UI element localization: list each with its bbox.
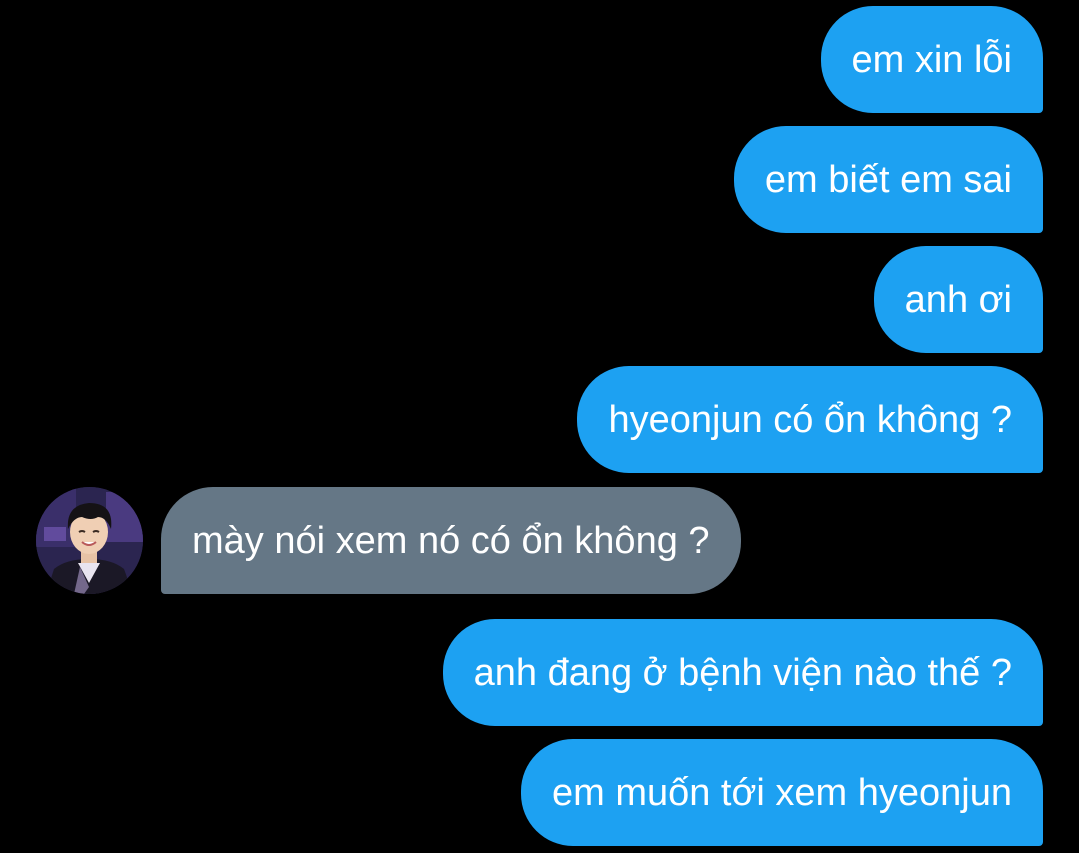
received-message-bubble[interactable]: mày nói xem nó có ổn không ? <box>161 487 741 594</box>
sent-message-bubble[interactable]: anh ơi <box>873 246 1043 353</box>
profile-photo-avatar-icon <box>36 487 143 594</box>
message-thread: em xin lỗi em biết em sai anh ơi hyeonju… <box>0 0 1079 853</box>
message-text: mày nói xem nó có ổn không ? <box>192 519 710 562</box>
sent-message-bubble[interactable]: hyeonjun có ổn không ? <box>577 366 1043 473</box>
message-text: hyeonjun có ổn không ? <box>608 398 1012 441</box>
message-text: em xin lỗi <box>851 38 1013 81</box>
message-text: em muốn tới xem hyeonjun <box>551 771 1012 814</box>
message-text: em biết em sai <box>764 158 1012 201</box>
message-text: anh đang ở bệnh viện nào thế ? <box>473 651 1012 694</box>
sent-message-bubble[interactable]: em xin lỗi <box>820 6 1043 113</box>
sent-message-bubble[interactable]: anh đang ở bệnh viện nào thế ? <box>442 619 1043 726</box>
sender-avatar[interactable] <box>36 487 143 594</box>
sent-message-bubble[interactable]: em biết em sai <box>733 126 1043 233</box>
sent-message-bubble[interactable]: em muốn tới xem hyeonjun <box>520 739 1043 846</box>
message-text: anh ơi <box>904 278 1012 321</box>
